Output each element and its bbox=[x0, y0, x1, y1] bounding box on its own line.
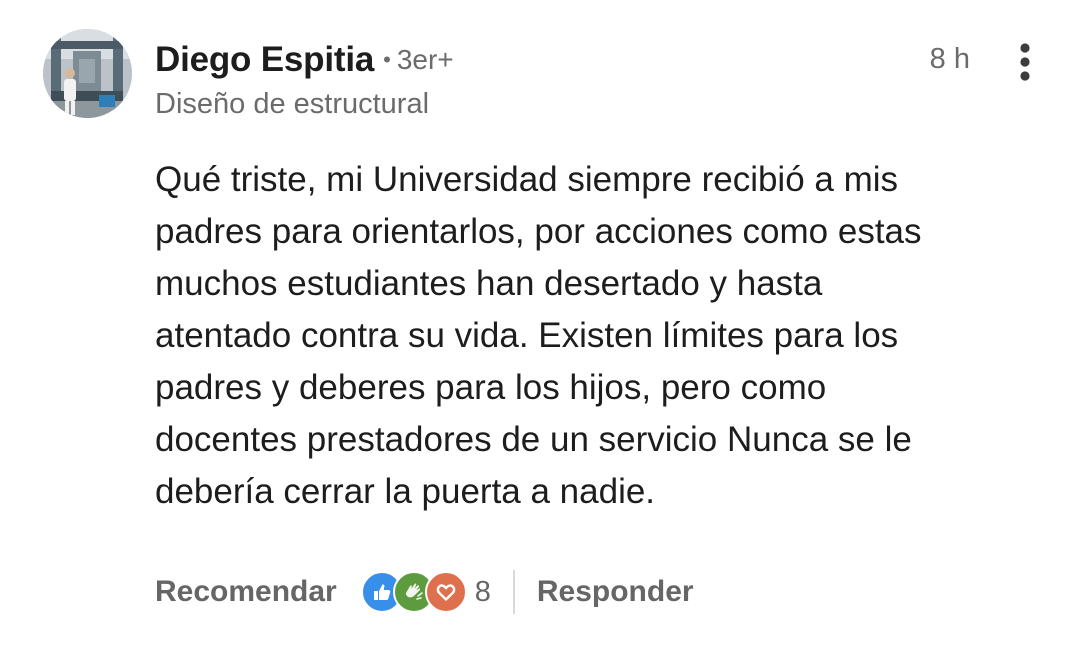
avatar[interactable] bbox=[43, 29, 132, 118]
comment-card: Diego Espitia • 3er+ Diseño de estructur… bbox=[0, 0, 1080, 645]
comment-actions: Recomendar 8 Responder bbox=[155, 566, 694, 618]
comment-body-line: debería cerrar la puerta a nadie. bbox=[155, 472, 656, 511]
like-button[interactable]: Recomendar bbox=[155, 575, 337, 609]
comment-body-line: docentes prestadores de un servicio Nunc… bbox=[155, 420, 912, 459]
more-options-button[interactable] bbox=[1008, 38, 1042, 86]
comment-body-line: padres y deberes para los hijos, pero co… bbox=[155, 368, 827, 407]
vertical-ellipsis-icon bbox=[1020, 43, 1030, 81]
action-divider bbox=[512, 570, 515, 614]
comment-body-line: atentado contra su vida. Existen límites… bbox=[155, 316, 899, 355]
comment-timestamp: 8 h bbox=[929, 43, 970, 75]
author-row: Diego Espitia • 3er+ bbox=[155, 38, 454, 82]
comment-body-line: Qué triste, mi Universidad siempre recib… bbox=[155, 160, 899, 199]
reply-button[interactable]: Responder bbox=[537, 575, 694, 609]
reactions-summary[interactable]: 8 bbox=[360, 571, 491, 613]
author-headline: Diseño de estructural bbox=[155, 88, 430, 120]
comment-body-line: padres para orientarlos, por acciones co… bbox=[155, 212, 922, 251]
love-icon bbox=[424, 571, 467, 613]
avatar-photo bbox=[43, 29, 132, 118]
separator-dot: • bbox=[383, 47, 391, 72]
author-name[interactable]: Diego Espitia bbox=[155, 40, 374, 80]
reaction-count: 8 bbox=[474, 575, 491, 608]
connection-degree: 3er+ bbox=[396, 44, 454, 75]
comment-body-line: muchos estudiantes han desertado y hasta bbox=[155, 264, 823, 303]
comment-body: Qué triste, mi Universidad siempre recib… bbox=[155, 154, 1035, 518]
